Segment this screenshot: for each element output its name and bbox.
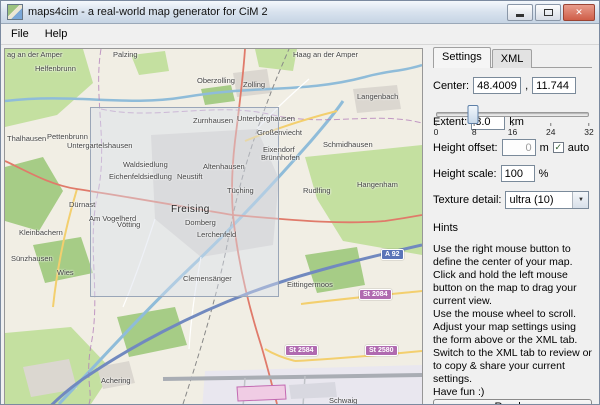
hint-line: Use the mouse wheel to scroll. <box>433 308 592 321</box>
tick-0: 0 <box>434 123 439 137</box>
height-offset-unit: m <box>540 142 549 154</box>
tick-8: 8 <box>472 123 477 137</box>
height-scale-row: Height scale: % <box>433 165 592 182</box>
render-button[interactable]: Render <box>433 399 592 405</box>
tick-24: 24 <box>546 123 555 137</box>
height-offset-input <box>502 139 536 156</box>
hint-line: Click and hold the left mouse button on … <box>433 269 592 308</box>
hint-line: Switch to the XML tab to review or to co… <box>433 347 592 386</box>
combo-button[interactable]: ▼ <box>572 192 588 208</box>
app-icon <box>7 4 23 20</box>
menu-file[interactable]: File <box>3 26 37 42</box>
slider-ticks: 0 8 16 24 32 <box>436 123 589 135</box>
height-offset-label: Height offset: <box>433 142 498 154</box>
menu-bar: File Help <box>1 24 599 45</box>
center-row: Center: , <box>433 77 592 94</box>
auto-label: auto <box>568 142 589 154</box>
tick-16: 16 <box>508 123 517 137</box>
slider-thumb[interactable] <box>467 105 478 124</box>
close-icon: ✕ <box>575 7 583 18</box>
minimize-button[interactable] <box>507 4 533 21</box>
height-scale-label: Height scale: <box>433 168 497 180</box>
center-lon-input[interactable] <box>532 77 576 94</box>
height-offset-row: Height offset: m ✓ auto <box>433 139 592 156</box>
height-scale-input[interactable] <box>501 165 535 182</box>
hints-text: Use the right mouse button to define the… <box>433 243 592 399</box>
texture-detail-row: Texture detail: ultra (10) ▼ <box>433 191 592 209</box>
title-bar[interactable]: maps4cim - a real-world map generator fo… <box>1 1 599 24</box>
minimize-icon <box>516 14 524 17</box>
maximize-button[interactable] <box>535 4 561 21</box>
menu-help[interactable]: Help <box>37 26 76 42</box>
texture-detail-value: ultra (10) <box>506 194 572 206</box>
map-view[interactable]: ag an der AmperPalzingHaag an der AmperH… <box>4 48 423 405</box>
close-button[interactable]: ✕ <box>563 4 595 21</box>
app-window: maps4cim - a real-world map generator fo… <box>0 0 600 405</box>
center-separator: , <box>525 80 528 92</box>
tick-32: 32 <box>584 123 593 137</box>
hint-line: Have fun :) <box>433 386 592 399</box>
hints-title: Hints <box>433 222 592 234</box>
maximize-icon <box>544 9 553 16</box>
slider-track[interactable] <box>436 112 589 117</box>
main-content: ag an der AmperPalzingHaag an der AmperH… <box>1 45 599 405</box>
settings-panel: Settings XML Center: , 0 8 16 24 32 <box>426 45 599 405</box>
texture-detail-select[interactable]: ultra (10) ▼ <box>505 191 589 209</box>
auto-checkbox[interactable]: ✓ <box>553 142 564 153</box>
map-selection-rectangle[interactable] <box>90 107 279 297</box>
center-lat-input[interactable] <box>473 77 521 94</box>
tab-xml[interactable]: XML <box>492 49 533 68</box>
hint-line: Use the right mouse button to define the… <box>433 243 592 269</box>
tab-strip: Settings XML <box>433 47 592 68</box>
center-label: Center: <box>433 80 469 92</box>
chevron-down-icon: ▼ <box>578 197 584 203</box>
texture-detail-label: Texture detail: <box>433 194 501 206</box>
height-scale-unit: % <box>539 168 549 180</box>
tab-settings[interactable]: Settings <box>433 47 491 68</box>
window-title: maps4cim - a real-world map generator fo… <box>28 6 507 18</box>
check-icon: ✓ <box>555 143 563 152</box>
hint-line: Adjust your map settings using the form … <box>433 321 592 347</box>
